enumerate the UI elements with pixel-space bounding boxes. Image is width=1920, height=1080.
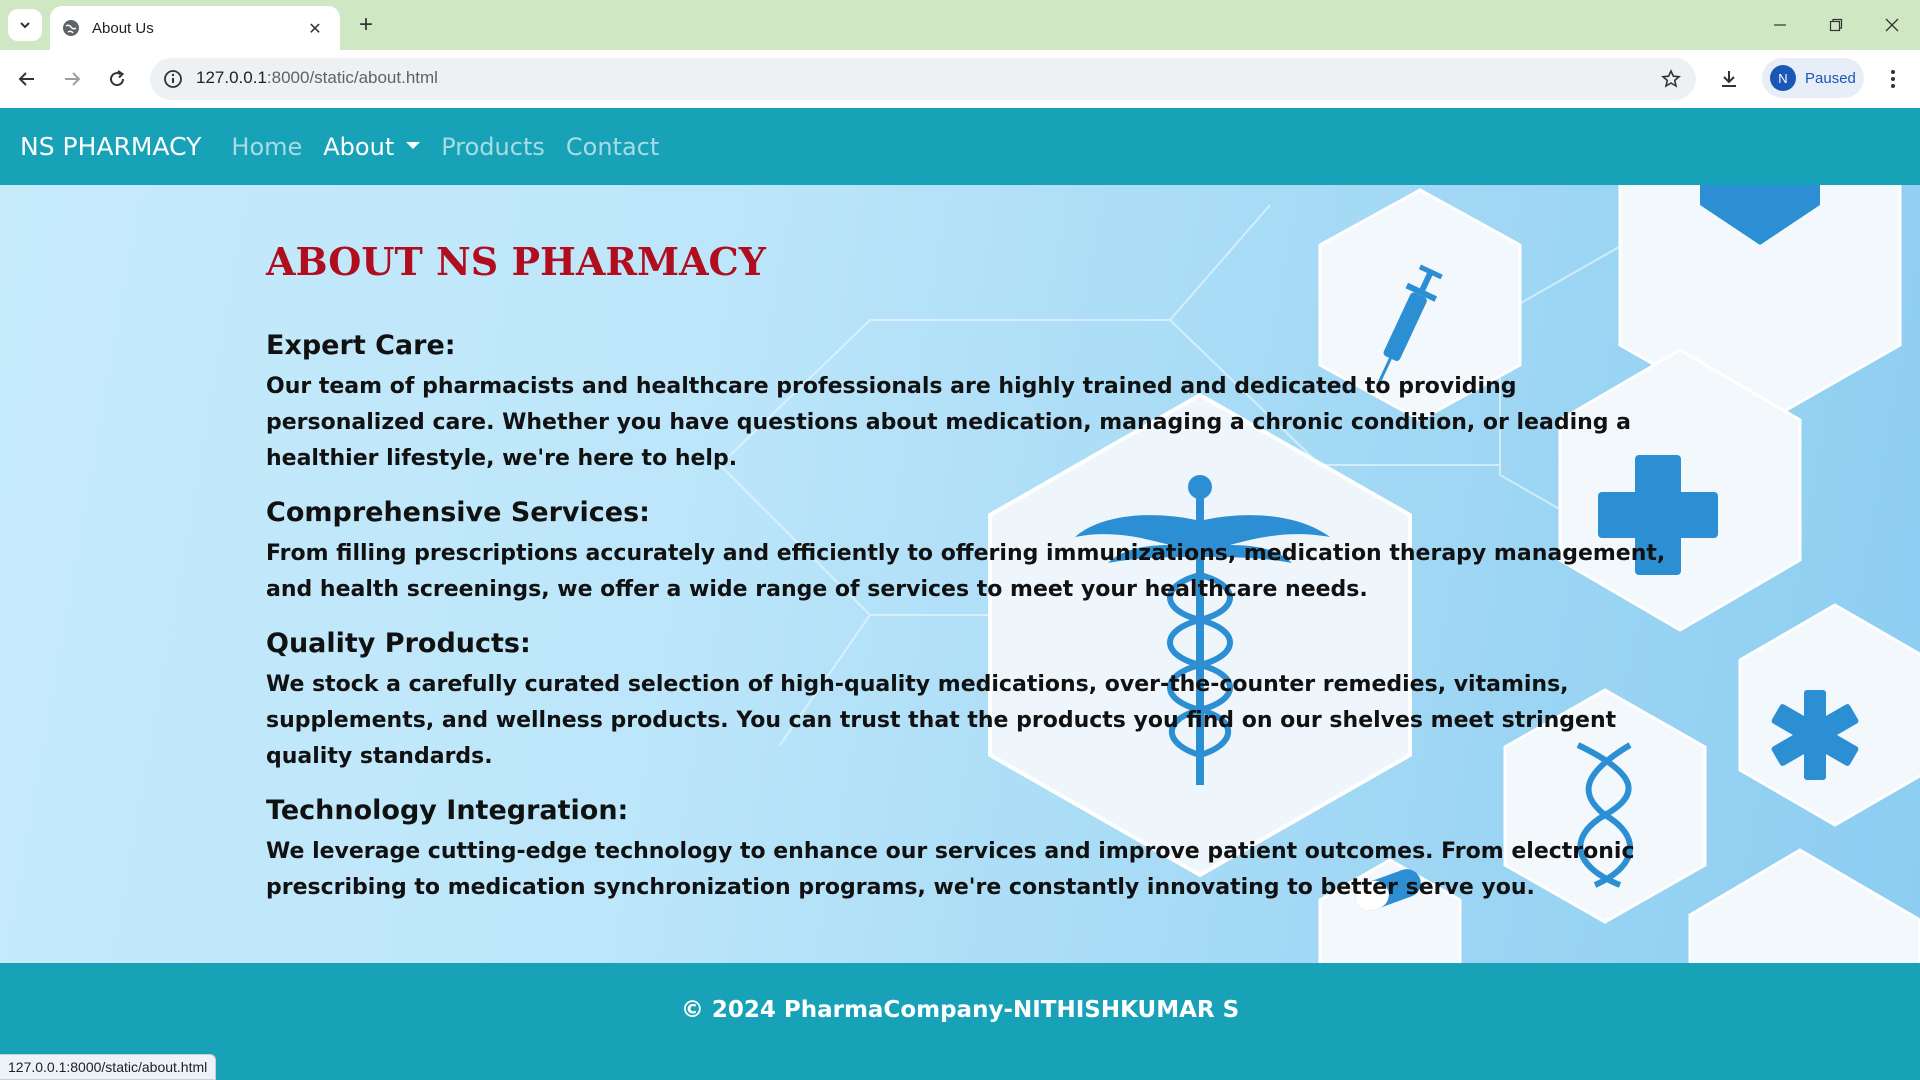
link-status-bubble: 127.0.0.1:8000/static/about.html bbox=[0, 1054, 217, 1080]
site-brand[interactable]: NS PHARMACY bbox=[20, 132, 201, 161]
nav-contact[interactable]: Contact bbox=[566, 133, 659, 161]
section-body-technology-integration: We leverage cutting-edge technology to e… bbox=[266, 839, 1635, 900]
reload-icon bbox=[110, 70, 125, 87]
site-footer: © 2024 PharmaCompany-NITHISHKUMAR S bbox=[0, 963, 1920, 1080]
bookmark-star-icon[interactable] bbox=[1658, 66, 1684, 92]
section-body-expert-care: Our team of pharmacists and healthcare p… bbox=[266, 374, 1632, 471]
close-tab-icon[interactable]: ✕ bbox=[302, 15, 328, 41]
nav-home[interactable]: Home bbox=[231, 133, 302, 161]
profile-button[interactable]: N Paused bbox=[1762, 58, 1864, 98]
back-arrow-icon bbox=[18, 72, 34, 86]
globe-icon bbox=[63, 20, 79, 36]
chevron-down-icon bbox=[20, 22, 30, 29]
window-controls bbox=[1752, 0, 1920, 50]
close-window-button[interactable] bbox=[1864, 0, 1920, 50]
profile-status: Paused bbox=[1805, 69, 1856, 87]
forward-button[interactable] bbox=[55, 62, 89, 96]
restore-button[interactable] bbox=[1808, 0, 1864, 50]
close-icon bbox=[1885, 18, 1899, 32]
section-body-quality-products: We stock a carefully curated selection o… bbox=[266, 672, 1617, 769]
nav-about-label: About bbox=[323, 132, 395, 161]
new-tab-button[interactable]: + bbox=[352, 11, 380, 39]
browser-tab-bar: About Us ✕ + bbox=[0, 0, 1920, 50]
nav-products[interactable]: Products bbox=[441, 133, 545, 161]
url-text[interactable]: 127.0.0.1:8000/static/about.html bbox=[196, 68, 438, 88]
minimize-button[interactable] bbox=[1752, 0, 1808, 50]
section-body-comprehensive-services: From filling prescriptions accurately an… bbox=[266, 541, 1666, 602]
avatar: N bbox=[1770, 65, 1796, 91]
url-path: :8000/static/about.html bbox=[266, 68, 438, 87]
downloads-button[interactable] bbox=[1712, 62, 1746, 96]
caret-down-icon bbox=[406, 142, 421, 149]
tab-search-button[interactable] bbox=[8, 9, 42, 41]
page-title: ABOUT NS PHARMACY bbox=[266, 239, 766, 284]
restore-icon bbox=[1829, 18, 1843, 32]
about-hero: ABOUT NS PHARMACY Expert Care: Our team … bbox=[0, 185, 1920, 963]
back-button[interactable] bbox=[10, 62, 44, 96]
minimize-icon bbox=[1774, 24, 1786, 26]
url-host: 127.0.0.1 bbox=[196, 68, 267, 87]
nav-about-dropdown[interactable]: About bbox=[323, 132, 421, 161]
kebab-menu-icon bbox=[1891, 70, 1895, 88]
tab-title: About Us bbox=[92, 19, 154, 37]
reload-button[interactable] bbox=[100, 62, 134, 96]
footer-copyright: © 2024 PharmaCompany-NITHISHKUMAR S bbox=[680, 997, 1240, 1023]
section-heading-technology-integration: Technology Integration: bbox=[266, 795, 629, 826]
download-icon bbox=[1722, 71, 1736, 87]
forward-arrow-icon bbox=[65, 72, 81, 86]
section-heading-comprehensive-services: Comprehensive Services: bbox=[266, 497, 650, 528]
site-navbar: NS PHARMACY Home About Products Contact bbox=[0, 108, 1920, 185]
about-content: ABOUT NS PHARMACY Expert Care: Our team … bbox=[266, 239, 1666, 926]
browser-toolbar: 127.0.0.1:8000/static/about.html N Pause… bbox=[0, 50, 1920, 108]
browser-menu-button[interactable] bbox=[1876, 62, 1910, 96]
address-bar[interactable]: 127.0.0.1:8000/static/about.html bbox=[150, 58, 1696, 100]
site-info-icon[interactable] bbox=[160, 66, 186, 92]
section-heading-quality-products: Quality Products: bbox=[266, 628, 531, 659]
section-heading-expert-care: Expert Care: bbox=[266, 330, 456, 361]
browser-tab-active[interactable]: About Us ✕ bbox=[50, 6, 340, 50]
